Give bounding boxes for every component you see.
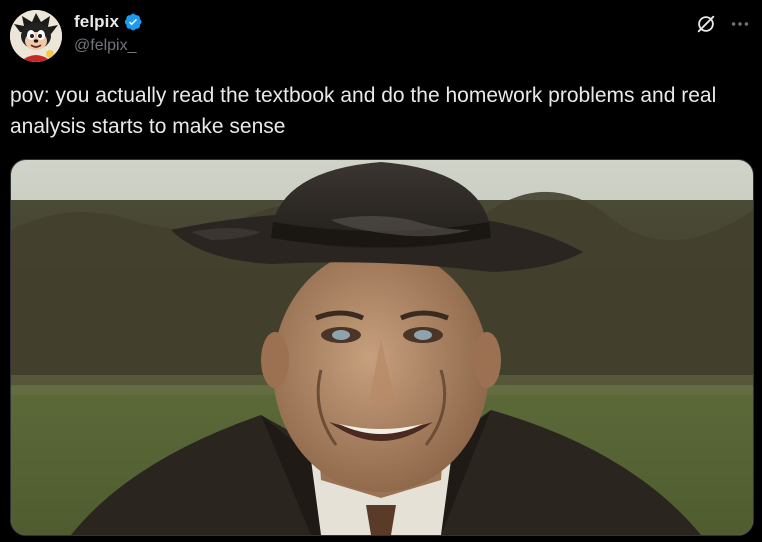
cartoon-character-avatar-icon <box>10 10 62 62</box>
author-names: felpix @felpix_ <box>74 10 143 55</box>
handle[interactable]: @felpix_ <box>74 37 143 55</box>
verified-badge-icon[interactable] <box>123 12 143 32</box>
photo-image <box>11 160 753 535</box>
tweet-card: felpix @felpix_ pov: you actually read t… <box>0 0 762 542</box>
header-actions <box>694 12 752 36</box>
display-name[interactable]: felpix <box>74 12 119 32</box>
grok-icon[interactable] <box>694 12 718 36</box>
tweet-media-photo[interactable] <box>10 159 754 536</box>
tweet-header: felpix @felpix_ <box>10 8 754 64</box>
display-name-row: felpix <box>74 10 143 34</box>
avatar[interactable] <box>10 10 62 62</box>
tweet-text: pov: you actually read the textbook and … <box>10 84 717 138</box>
more-options-icon[interactable] <box>728 12 752 36</box>
